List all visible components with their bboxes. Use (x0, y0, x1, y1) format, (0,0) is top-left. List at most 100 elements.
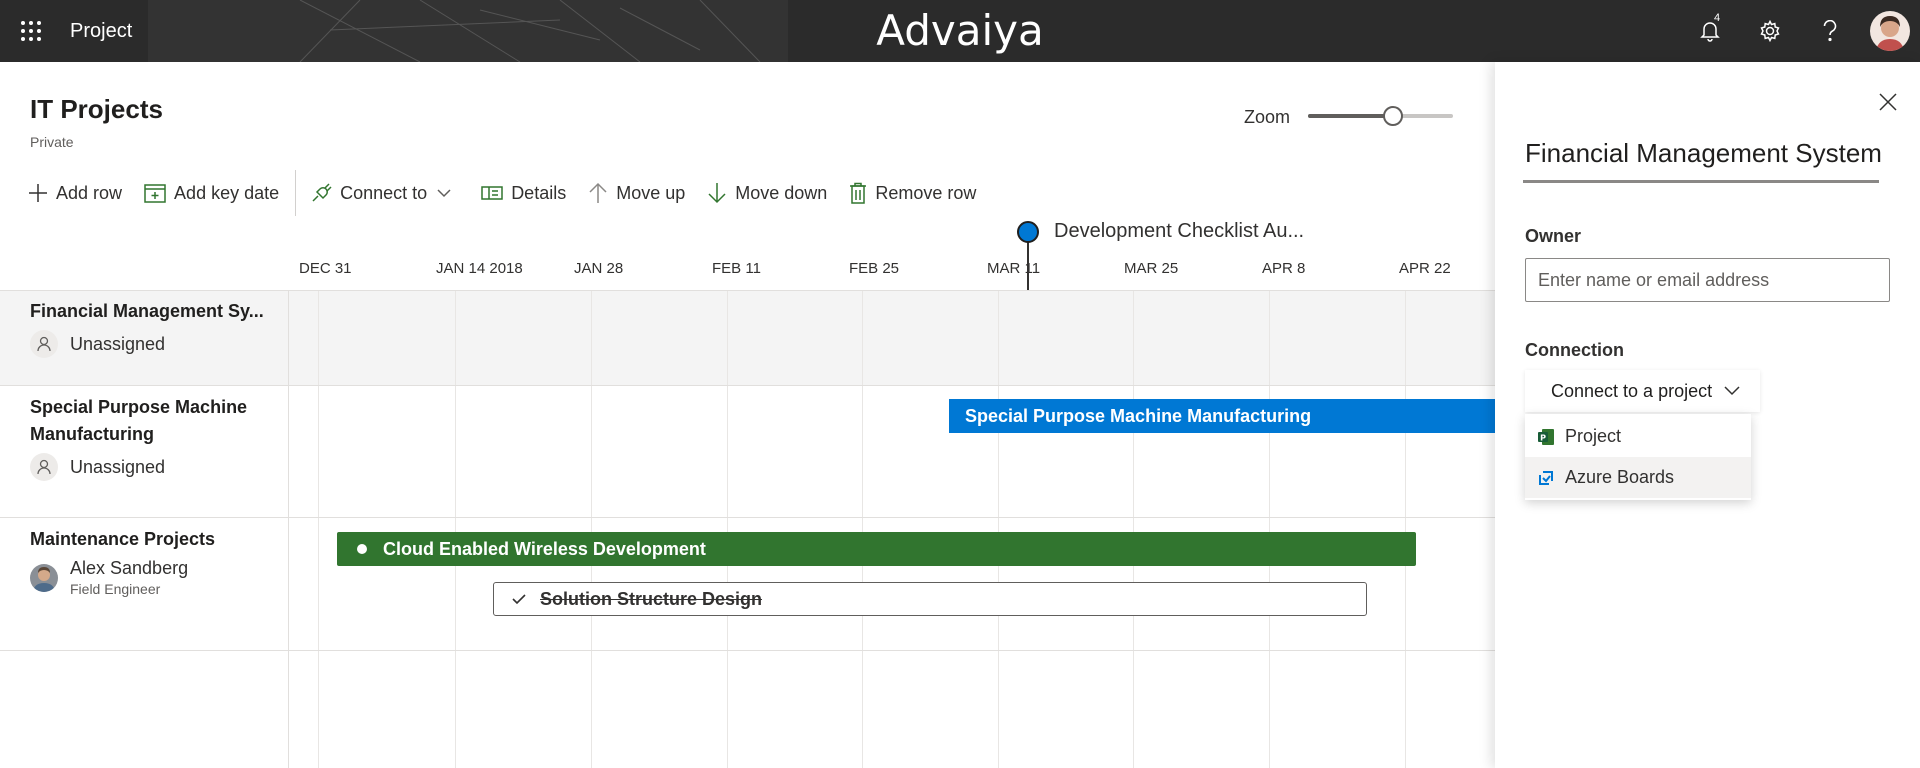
chevron-down-icon (1724, 386, 1740, 396)
panel-title[interactable]: Financial Management System (1525, 138, 1882, 169)
row-title[interactable]: Maintenance Projects (30, 526, 215, 553)
timeline-date: DEC 31 (299, 260, 352, 277)
svg-text:P: P (1540, 433, 1546, 442)
settings-button[interactable] (1740, 0, 1800, 62)
bullet-icon (357, 544, 367, 554)
key-date-milestone[interactable]: Development Checklist Au... (1017, 220, 1304, 243)
toolbar-divider (295, 170, 297, 216)
timeline-date: MAR 11 (987, 260, 1041, 277)
help-button[interactable] (1800, 0, 1860, 62)
company-logo: Advaiya (876, 6, 1044, 55)
owner-input[interactable] (1525, 258, 1890, 302)
details-panel: Financial Management System Owner Connec… (1495, 62, 1920, 768)
timeline-date: FEB 25 (849, 260, 900, 277)
app-name[interactable]: Project (70, 0, 132, 62)
trash-icon (850, 182, 867, 204)
option-label: Azure Boards (1565, 467, 1675, 487)
assignee-name: Unassigned (70, 333, 166, 354)
remove-row-label: Remove row (875, 182, 977, 203)
zoom-fill (1308, 114, 1393, 118)
add-key-date-button[interactable]: Add key date (144, 178, 279, 208)
row-assignee[interactable]: Alex Sandberg Field Engineer (30, 558, 188, 597)
add-row-label: Add row (56, 182, 123, 203)
person-icon (30, 330, 58, 358)
privacy-label: Private (30, 134, 74, 150)
option-label: Project (1565, 426, 1622, 446)
row-divider (0, 650, 1495, 651)
row-divider (0, 517, 1495, 518)
row-title[interactable]: Special Purpose Machine Manufacturing (30, 394, 247, 448)
owner-label: Owner (1525, 226, 1582, 246)
azure-boards-icon (1539, 470, 1553, 485)
row-assignee[interactable]: Unassigned (30, 330, 165, 358)
timeline-date: JAN 14 2018 (436, 260, 523, 277)
zoom-thumb[interactable] (1383, 106, 1403, 126)
grid-line (1269, 290, 1270, 768)
close-panel-button[interactable] (1876, 90, 1900, 114)
zoom-label: Zoom (1244, 107, 1291, 127)
row-title[interactable]: Financial Management Sy... (30, 298, 264, 325)
person-icon (30, 453, 58, 481)
details-button[interactable]: Details (481, 178, 566, 208)
arrow-down-icon (708, 183, 726, 204)
milestone-marker-icon (1017, 220, 1039, 243)
grid-line (1405, 290, 1406, 768)
grid-line (1133, 290, 1134, 768)
add-row-button[interactable]: Add row (28, 178, 122, 208)
zoom-slider[interactable] (1308, 104, 1453, 128)
help-icon (1823, 20, 1837, 42)
details-icon (481, 186, 503, 200)
page-title: IT Projects (30, 94, 163, 124)
calendar-add-icon (144, 184, 166, 203)
close-icon (1879, 93, 1897, 111)
grid-line (862, 290, 863, 768)
command-bar: Add row Add key date Connect to Details … (28, 170, 998, 216)
grid-line (727, 290, 728, 768)
row-assignee[interactable]: Unassigned (30, 453, 165, 481)
plug-icon (312, 183, 332, 202)
notification-badge: 4 (1714, 12, 1721, 24)
timeline-date: APR 8 (1262, 260, 1306, 277)
user-avatar[interactable] (1870, 11, 1910, 51)
connection-label: Connection (1525, 340, 1624, 360)
assignee-avatar (30, 563, 58, 592)
row-divider (0, 290, 1495, 291)
notifications-button[interactable]: 4 (1680, 0, 1740, 62)
grid-line (455, 290, 456, 768)
assignee-name: Unassigned (70, 456, 166, 477)
task-card[interactable]: Solution Structure Design (493, 582, 1367, 616)
option-azure-boards[interactable]: Azure Boards (1525, 457, 1751, 498)
row-title-line: Special Purpose Machine (30, 397, 248, 417)
timeline-bar[interactable]: Special Purpose Machine Manufacturing (949, 399, 1495, 433)
timeline-date: JAN 28 (574, 260, 624, 277)
add-key-date-label: Add key date (174, 182, 280, 203)
title-underline (1523, 180, 1879, 183)
grid-line (318, 290, 319, 768)
user-photo-icon (1870, 11, 1910, 51)
waffle-icon (21, 21, 41, 41)
remove-row-button[interactable]: Remove row (849, 178, 976, 208)
option-project[interactable]: P Project (1525, 416, 1751, 457)
bar-label: Cloud Enabled Wireless Development (383, 538, 706, 559)
details-label: Details (511, 182, 567, 203)
arrow-up-icon (589, 182, 607, 203)
checkmark-icon (512, 594, 526, 605)
connect-to-project-dropdown[interactable]: Connect to a project (1525, 370, 1760, 412)
row-header-divider (288, 290, 289, 768)
chevron-down-icon (437, 189, 451, 198)
connect-button-label: Connect to a project (1551, 380, 1713, 401)
task-label: Solution Structure Design (540, 588, 763, 609)
assignee-role: Field Engineer (70, 581, 161, 597)
move-up-label: Move up (616, 182, 686, 203)
grid-line (998, 290, 999, 768)
app-launcher-button[interactable] (0, 0, 62, 62)
top-bar: Project Advaiya 4 (0, 0, 1920, 62)
move-up-button[interactable]: Move up (588, 178, 685, 208)
connect-to-button[interactable]: Connect to (310, 178, 459, 208)
move-down-button[interactable]: Move down (707, 178, 827, 208)
gear-icon (1760, 20, 1780, 42)
project-app-icon: P (1538, 428, 1554, 445)
timeline-date: APR 22 (1399, 260, 1451, 277)
plus-icon (29, 184, 47, 202)
timeline-bar[interactable]: Cloud Enabled Wireless Development (337, 532, 1416, 566)
